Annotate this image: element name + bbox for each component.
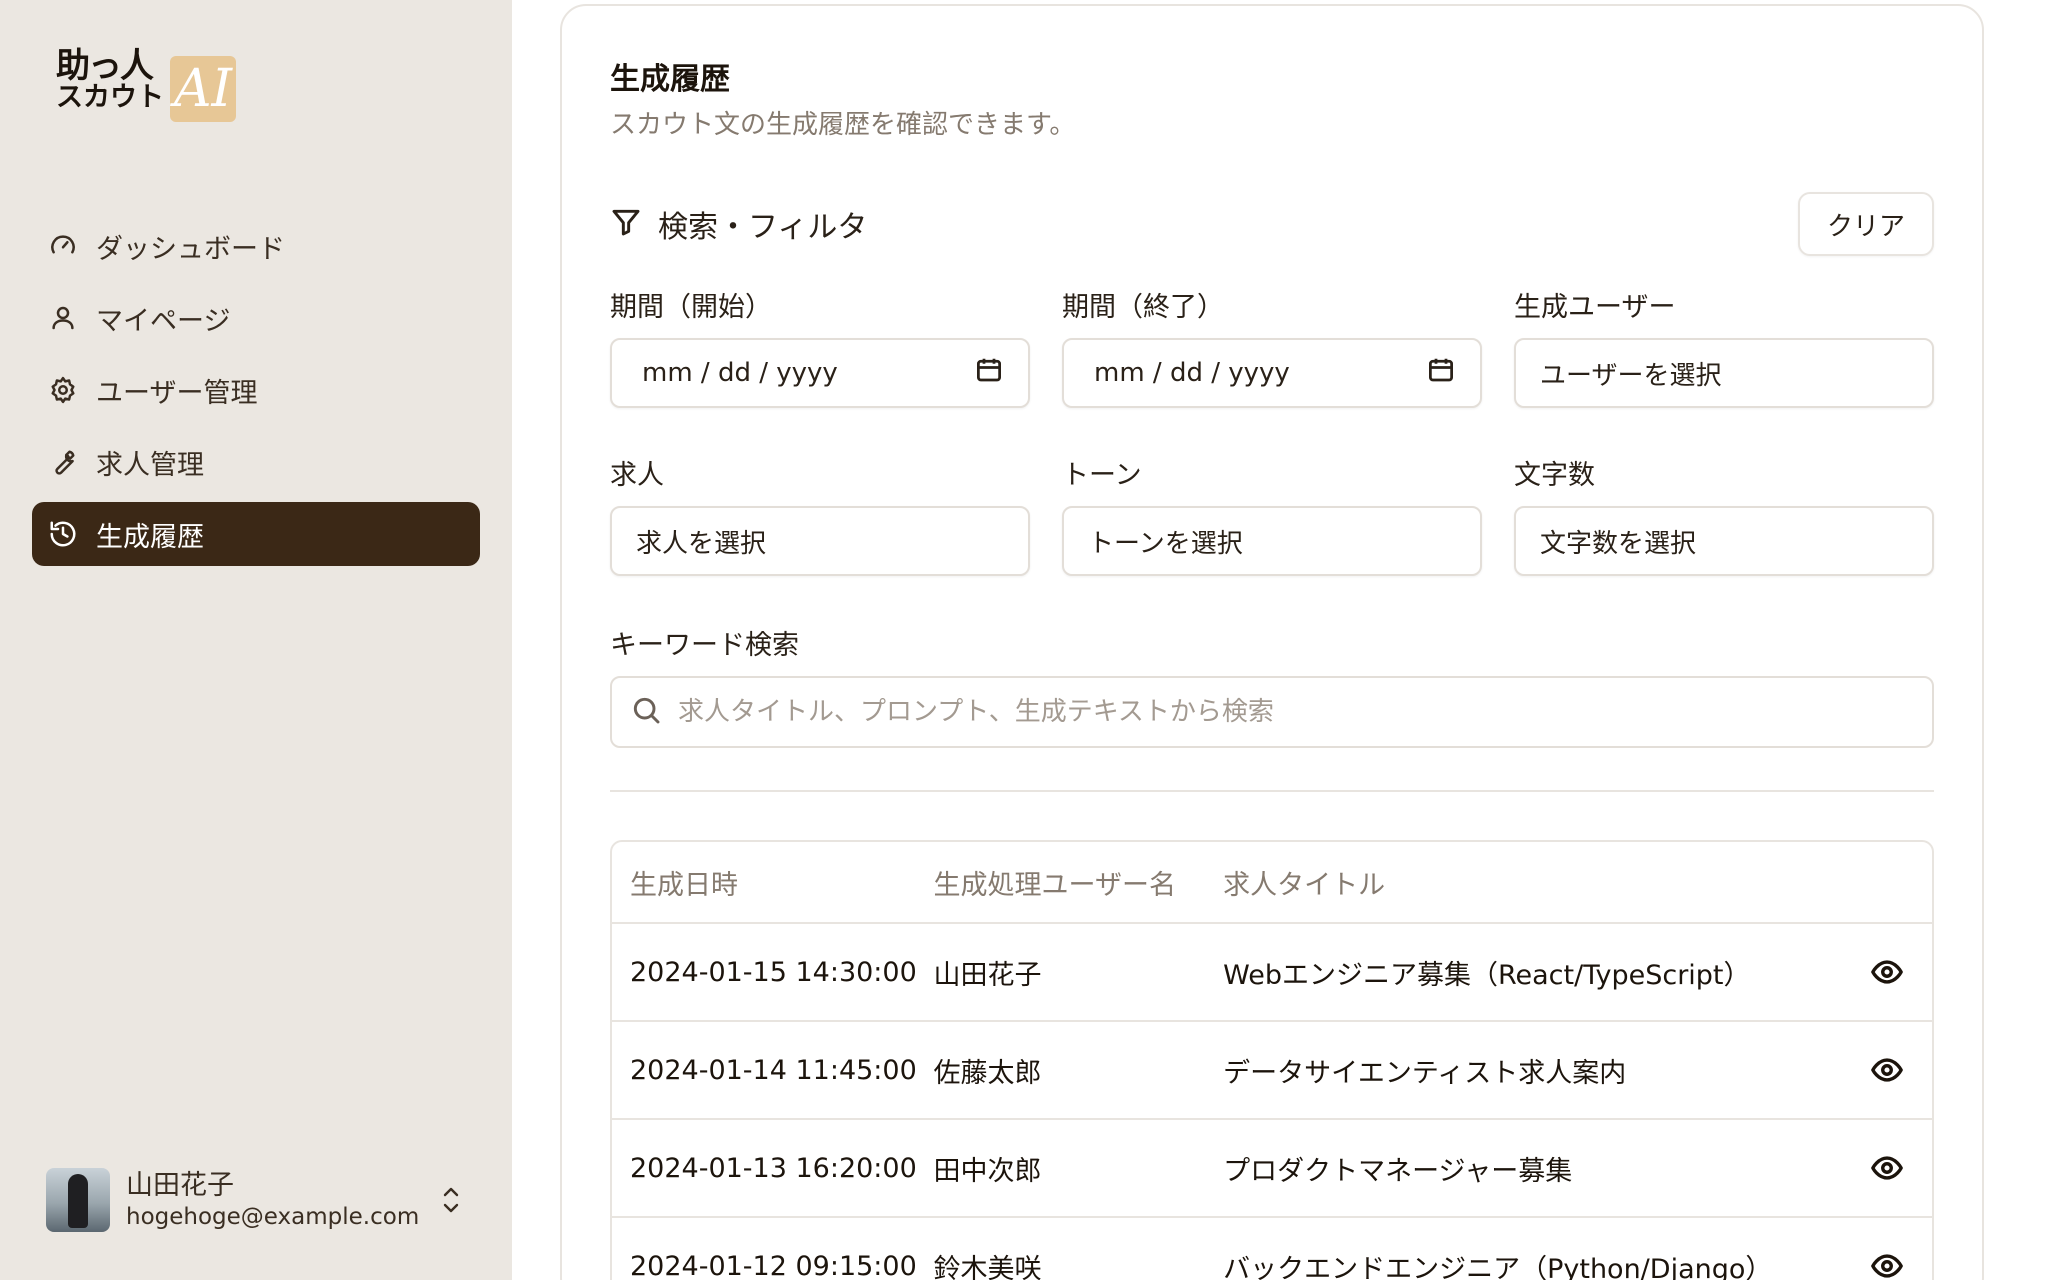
keyword-search-box[interactable] xyxy=(610,676,1934,748)
divider xyxy=(610,790,1934,792)
sidebar-item-job-management[interactable]: 求人管理 xyxy=(32,430,480,494)
history-card: 生成履歴 スカウト文の生成履歴を確認できます。 検索・フィルタ クリア 期間（開… xyxy=(560,4,1984,1280)
gear-icon xyxy=(46,373,80,407)
keyword-field: キーワード検索 xyxy=(610,628,1934,748)
table-row[interactable]: 2024-01-13 16:20:00 田中次郎 プロダクトマネージャー募集 xyxy=(612,1120,1932,1218)
length-select-placeholder: 文字数を選択 xyxy=(1540,528,1697,559)
tone-filter-label: トーン xyxy=(1062,460,1142,491)
tone-filter-field: トーン トーンを選択 xyxy=(1062,458,1482,576)
app-root: 助っ人 スカウト AI ダッシュボード マイページ ユーザー管理 求人管理 生成… xyxy=(0,0,2048,1280)
period-start-placeholder: mm / dd / yyyy xyxy=(642,358,838,388)
length-select[interactable]: 文字数を選択 xyxy=(1514,506,1934,576)
cell-user: 山田花子 xyxy=(933,959,1042,991)
column-header-job-title[interactable]: 求人タイトル xyxy=(1223,863,1842,902)
user-icon xyxy=(46,301,80,335)
user-select-placeholder: ユーザーを選択 xyxy=(1540,360,1722,391)
chevrons-up-down-icon[interactable] xyxy=(436,1180,466,1220)
main-content: 生成履歴 スカウト文の生成履歴を確認できます。 検索・フィルタ クリア 期間（開… xyxy=(512,0,2048,1280)
user-name: 山田花子 xyxy=(126,1170,234,1201)
history-icon xyxy=(46,517,80,551)
user-email: hogehoge@example.com xyxy=(126,1204,420,1230)
keyword-label: キーワード検索 xyxy=(610,630,799,661)
table-header: 生成日時 生成処理ユーザー名 求人タイトル xyxy=(612,842,1932,924)
wrench-icon xyxy=(46,445,80,479)
logo-line1: 助っ人 xyxy=(56,46,154,86)
period-end-input[interactable]: mm / dd / yyyy xyxy=(1062,338,1482,408)
sidebar-item-label: 生成履歴 xyxy=(96,521,204,553)
sidebar: 助っ人 スカウト AI ダッシュボード マイページ ユーザー管理 求人管理 生成… xyxy=(0,0,512,1280)
job-filter-label: 求人 xyxy=(610,460,664,491)
period-start-label: 期間（開始） xyxy=(610,292,772,323)
sidebar-item-dashboard[interactable]: ダッシュボード xyxy=(32,214,480,278)
view-eye-icon[interactable] xyxy=(1842,1053,1932,1087)
gauge-icon xyxy=(46,229,80,263)
cell-datetime: 2024-01-13 16:20:00 xyxy=(630,1152,917,1184)
clear-button[interactable]: クリア xyxy=(1798,192,1934,256)
tone-select-placeholder: トーンを選択 xyxy=(1088,528,1243,559)
user-select[interactable]: ユーザーを選択 xyxy=(1514,338,1934,408)
period-end-label: 期間（終了） xyxy=(1062,292,1224,323)
user-filter-label: 生成ユーザー xyxy=(1514,292,1676,323)
cell-job-title: Webエンジニア募集（React/TypeScript） xyxy=(1223,959,1751,991)
tone-select[interactable]: トーンを選択 xyxy=(1062,506,1482,576)
avatar xyxy=(46,1168,110,1232)
logo-line2: スカウト xyxy=(56,82,164,113)
sidebar-item-history[interactable]: 生成履歴 xyxy=(32,502,480,566)
length-filter-field: 文字数 文字数を選択 xyxy=(1514,458,1934,576)
cell-user: 鈴木美咲 xyxy=(933,1253,1042,1280)
cell-job-title: プロダクトマネージャー募集 xyxy=(1223,1155,1573,1187)
job-select[interactable]: 求人を選択 xyxy=(610,506,1030,576)
user-menu[interactable]: 山田花子 hogehoge@example.com xyxy=(46,1166,466,1234)
table-row[interactable]: 2024-01-12 09:15:00 鈴木美咲 バックエンドエンジニア（Pyt… xyxy=(612,1218,1932,1280)
page-title: 生成履歴 xyxy=(610,62,730,97)
logo[interactable]: 助っ人 スカウト AI xyxy=(56,46,246,128)
history-table: 生成日時 生成処理ユーザー名 求人タイトル 2024-01-15 14:30:0… xyxy=(610,840,1934,1280)
filter-title: 検索・フィルタ xyxy=(658,210,868,245)
cell-job-title: バックエンドエンジニア（Python/Django） xyxy=(1223,1253,1773,1280)
page-subtitle: スカウト文の生成履歴を確認できます。 xyxy=(610,110,1076,140)
length-filter-label: 文字数 xyxy=(1514,460,1595,491)
sidebar-item-label: ユーザー管理 xyxy=(96,377,258,409)
keyword-search-input[interactable] xyxy=(678,697,1914,727)
cell-datetime: 2024-01-15 14:30:00 xyxy=(630,956,917,988)
logo-badge: AI xyxy=(170,56,236,122)
logo-text: 助っ人 スカウト xyxy=(56,46,166,114)
user-filter-field: 生成ユーザー ユーザーを選択 xyxy=(1514,290,1934,408)
column-header-user[interactable]: 生成処理ユーザー名 xyxy=(934,863,1224,902)
cell-datetime: 2024-01-12 09:15:00 xyxy=(630,1250,917,1280)
cell-user: 佐藤太郎 xyxy=(933,1057,1042,1089)
job-filter-field: 求人 求人を選択 xyxy=(610,458,1030,576)
sidebar-item-mypage[interactable]: マイページ xyxy=(32,286,480,350)
sidebar-item-label: ダッシュボード xyxy=(96,233,285,265)
sidebar-item-user-management[interactable]: ユーザー管理 xyxy=(32,358,480,422)
view-eye-icon[interactable] xyxy=(1842,1151,1932,1185)
column-header-datetime[interactable]: 生成日時 xyxy=(612,863,934,902)
view-eye-icon[interactable] xyxy=(1842,955,1932,989)
sidebar-item-label: 求人管理 xyxy=(96,449,204,481)
sidebar-item-label: マイページ xyxy=(96,305,231,337)
cell-job-title: データサイエンティスト求人案内 xyxy=(1223,1057,1627,1089)
period-start-input[interactable]: mm / dd / yyyy xyxy=(610,338,1030,408)
cell-user: 田中次郎 xyxy=(933,1155,1042,1187)
table-row[interactable]: 2024-01-14 11:45:00 佐藤太郎 データサイエンティスト求人案内 xyxy=(612,1022,1932,1120)
sidebar-nav: ダッシュボード マイページ ユーザー管理 求人管理 生成履歴 xyxy=(32,214,480,574)
calendar-icon[interactable] xyxy=(974,355,1004,392)
calendar-icon[interactable] xyxy=(1426,355,1456,392)
job-select-placeholder: 求人を選択 xyxy=(636,528,767,559)
filter-header: 検索・フィルタ クリア xyxy=(610,192,1934,256)
period-end-field: 期間（終了） mm / dd / yyyy xyxy=(1062,290,1482,408)
view-eye-icon[interactable] xyxy=(1842,1249,1932,1280)
period-start-field: 期間（開始） mm / dd / yyyy xyxy=(610,290,1030,408)
filter-icon xyxy=(610,206,642,242)
table-row[interactable]: 2024-01-15 14:30:00 山田花子 Webエンジニア募集（Reac… xyxy=(612,924,1932,1022)
period-end-placeholder: mm / dd / yyyy xyxy=(1094,358,1290,388)
user-info: 山田花子 hogehoge@example.com xyxy=(126,1169,436,1231)
cell-datetime: 2024-01-14 11:45:00 xyxy=(630,1054,917,1086)
search-icon xyxy=(630,694,662,730)
